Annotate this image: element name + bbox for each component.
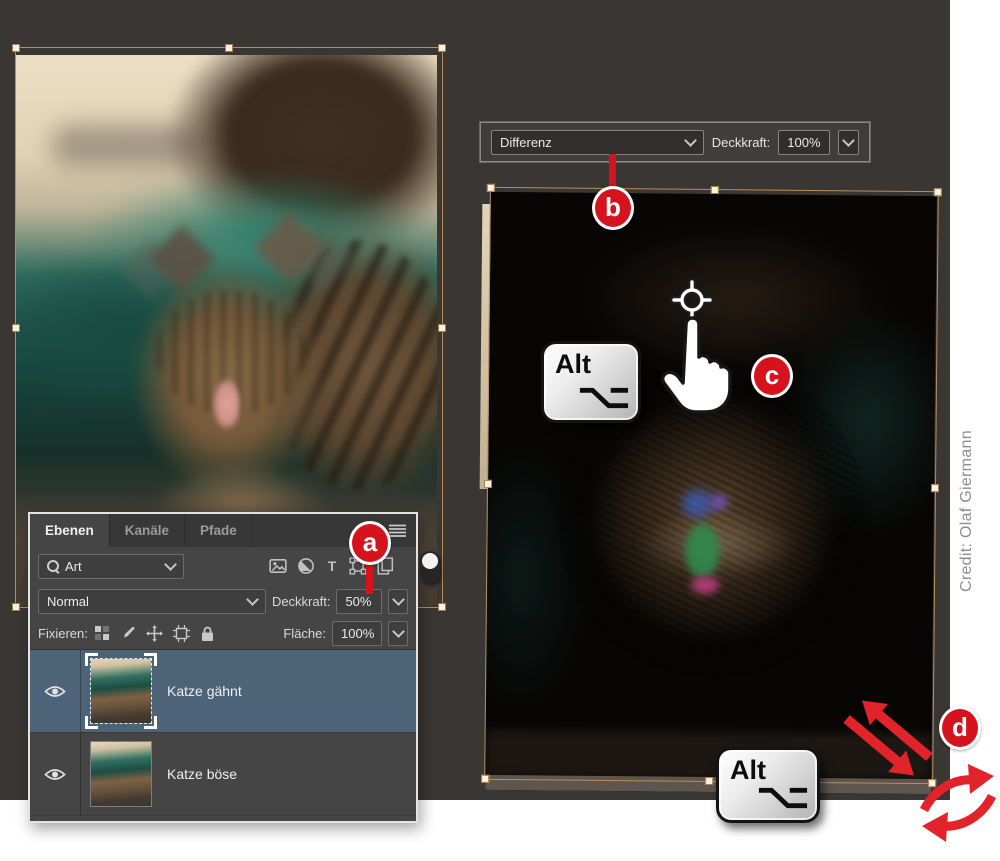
- layer-thumbnail[interactable]: [85, 653, 157, 729]
- chevron-down-icon: [246, 593, 259, 606]
- credit-text: Credit: Olaf Giermann: [958, 430, 975, 592]
- alt-key-graphic: Alt: [541, 341, 641, 423]
- layer-blend-mode-value: Normal: [47, 593, 89, 609]
- fill-dropdown-button[interactable]: [388, 620, 408, 646]
- lock-paint-icon[interactable]: [120, 625, 136, 641]
- layer-visibility-toggle[interactable]: [30, 650, 81, 732]
- alt-key-graphic: Alt: [716, 747, 820, 823]
- callout-badge-a: a: [349, 521, 391, 565]
- blend-mode-select[interactable]: Differenz: [491, 129, 704, 155]
- blend-mode-value: Differenz: [500, 134, 552, 150]
- layer-filter-toggle[interactable]: [420, 551, 440, 584]
- eye-icon: [44, 685, 66, 697]
- layer-blend-mode-select[interactable]: Normal: [38, 588, 266, 614]
- callout-badge-b: b: [592, 186, 634, 230]
- blend-mode-bar: Differenz Deckkraft: 100%: [480, 122, 870, 162]
- layer-opacity-label: Deckkraft:: [271, 593, 331, 609]
- layer-opacity-field[interactable]: 50%: [336, 588, 383, 614]
- tab-ebenen[interactable]: Ebenen: [30, 514, 110, 547]
- layer-search-select[interactable]: Art: [38, 553, 184, 579]
- opacity-field[interactable]: 100%: [778, 129, 830, 155]
- transform-handle[interactable]: [930, 483, 940, 492]
- opacity-dropdown-button[interactable]: [837, 129, 859, 155]
- chevron-down-icon: [841, 134, 855, 147]
- chevron-down-icon: [391, 625, 405, 638]
- fill-label: Fläche:: [283, 625, 326, 641]
- transform-handle[interactable]: [486, 183, 495, 192]
- target-cursor-icon: [670, 278, 714, 322]
- layer-row-katze-gaehnt[interactable]: Katze gähnt: [30, 650, 416, 733]
- tab-pfade[interactable]: Pfade: [185, 514, 253, 547]
- lock-label: Fixieren:: [38, 625, 88, 641]
- filter-type-icon[interactable]: T: [324, 557, 340, 575]
- filter-adjustment-icon[interactable]: [297, 557, 315, 575]
- hand-cursor-icon: [660, 278, 732, 414]
- fill-field[interactable]: 100%: [332, 620, 382, 646]
- svg-text:T: T: [328, 558, 337, 574]
- transform-handle[interactable]: [438, 44, 446, 52]
- transform-handle[interactable]: [12, 603, 20, 611]
- tab-kanaele[interactable]: Kanäle: [110, 514, 186, 547]
- layer-name: Katze böse: [167, 766, 238, 782]
- transform-handle[interactable]: [12, 323, 20, 332]
- layer-name: Katze gähnt: [167, 683, 242, 699]
- chevron-down-icon: [683, 134, 697, 147]
- curved-swap-arrows-icon: [919, 764, 997, 842]
- alt-key-label: Alt: [730, 755, 766, 785]
- option-key-icon: [579, 387, 629, 409]
- layer-lock-row: Fixieren: Fläche: 100%: [30, 617, 416, 649]
- filter-pixel-icon[interactable]: [268, 557, 288, 575]
- layer-visibility-toggle[interactable]: [30, 733, 81, 815]
- lock-all-icon[interactable]: [200, 625, 215, 642]
- layer-thumbnail[interactable]: [90, 741, 152, 807]
- search-icon: [47, 560, 59, 572]
- opacity-label: Deckkraft:: [711, 134, 771, 150]
- transform-handle[interactable]: [12, 44, 20, 52]
- chevron-down-icon: [391, 593, 405, 606]
- alt-key-label: Alt: [555, 349, 591, 379]
- layer-row-katze-boese[interactable]: Katze böse: [30, 733, 416, 816]
- lock-artboard-icon[interactable]: [172, 624, 190, 642]
- lock-transparency-icon[interactable]: [94, 625, 110, 641]
- transform-handle[interactable]: [438, 323, 446, 332]
- transform-handle[interactable]: [710, 185, 719, 195]
- search-value: Art: [65, 558, 82, 574]
- chevron-down-icon: [164, 558, 177, 571]
- lock-position-icon[interactable]: [145, 624, 163, 642]
- transform-handle[interactable]: [483, 479, 493, 488]
- eye-icon: [44, 768, 66, 780]
- layer-blend-row: Normal Deckkraft: 50%: [30, 585, 416, 617]
- transform-handle[interactable]: [438, 603, 446, 611]
- transform-handle[interactable]: [225, 44, 233, 52]
- transform-handle[interactable]: [933, 188, 942, 197]
- layer-opacity-dropdown-button[interactable]: [388, 588, 409, 614]
- transform-handle[interactable]: [481, 774, 490, 783]
- option-key-icon: [758, 787, 808, 809]
- transform-handle[interactable]: [704, 776, 713, 786]
- callout-b-stem: [609, 154, 616, 190]
